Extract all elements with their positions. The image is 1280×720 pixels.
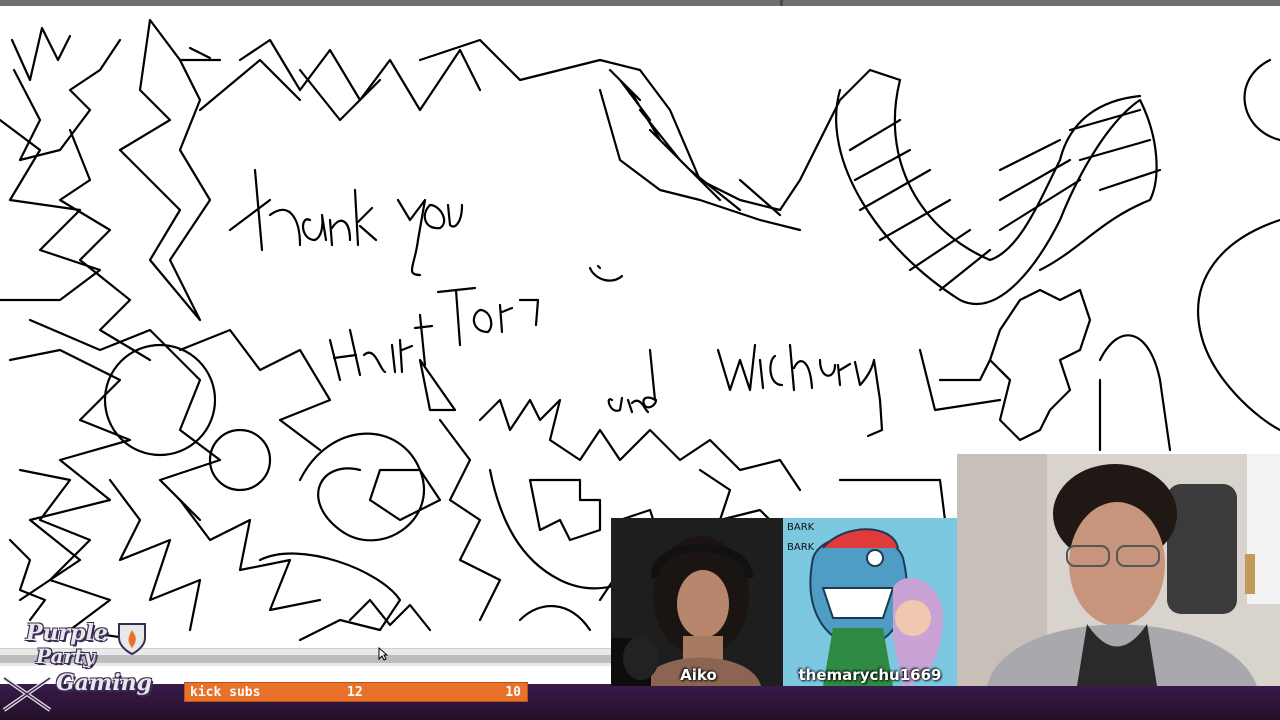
mouse-pointer-icon [378,647,388,661]
sub-goal-bar: kick subs 12 10 [184,682,528,702]
svg-text:BARK: BARK [787,522,815,533]
channel-logo: Purple Party Gaming [0,618,170,720]
sub-goal-current: 12 [347,685,363,700]
logo-line-3: Gaming [56,670,153,696]
cam-name-themarychu: themarychu1669 [798,666,942,684]
themarychu-avatar-art: BARK BARK [783,518,957,686]
sub-goal-label: kick subs [190,685,261,700]
svg-text:BARK: BARK [787,542,815,553]
shield-flame-icon [118,623,146,656]
cam-name-aiko: Aiko [680,666,717,684]
webcam-streamer [957,454,1280,686]
logo-line-2: Party [36,644,95,668]
crossed-swords-icon [2,676,52,712]
aiko-camera-image [611,518,786,686]
streamer-camera-image [957,454,1280,686]
logo-line-1: Purple [26,620,108,646]
sub-goal-target: 10 [505,685,521,700]
webcam-themarychu: BARK BARK themarychu1669 [783,518,957,686]
webcam-aiko: Aiko [611,518,786,686]
